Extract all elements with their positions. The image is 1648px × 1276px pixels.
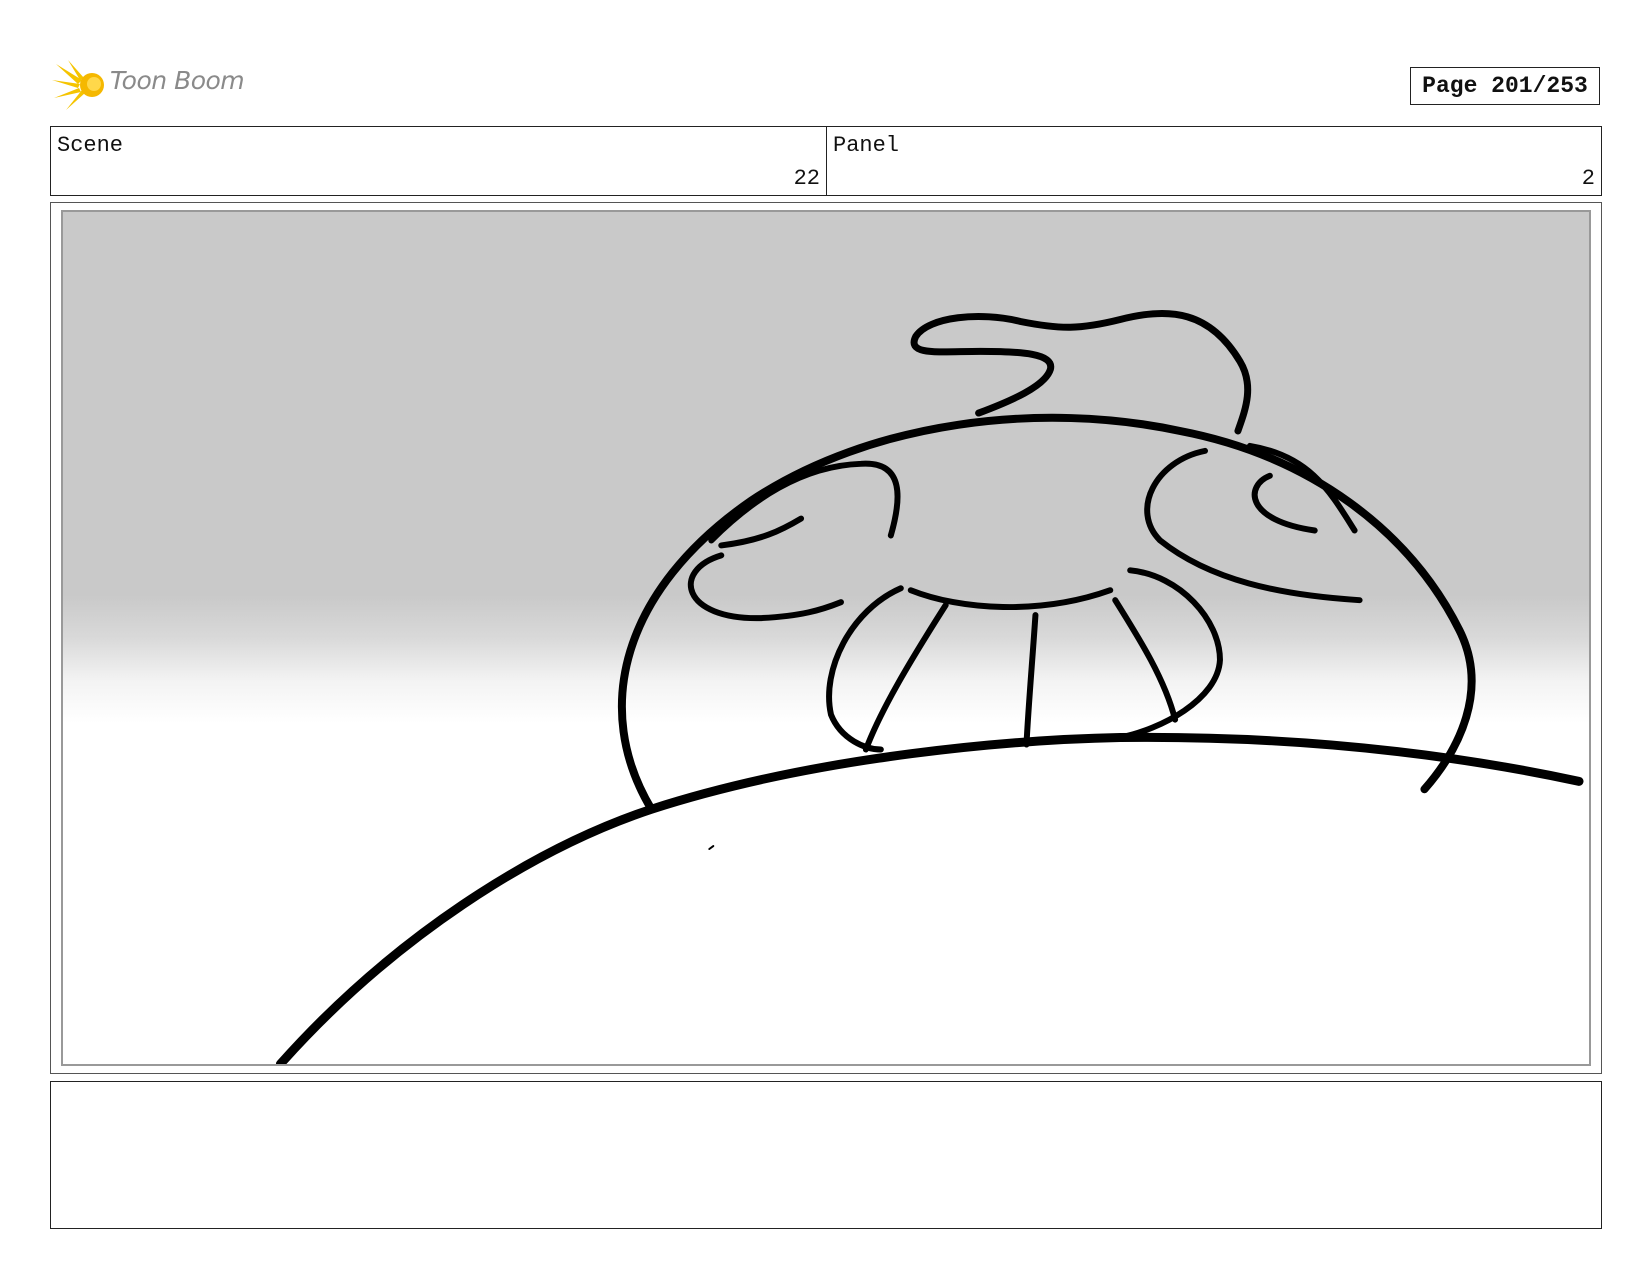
character-sketch [275,309,1584,1064]
panel-notes [50,1081,1602,1229]
page-number: Page 201/253 [1410,67,1600,105]
toon-boom-logo: Toon Boom [52,58,262,112]
panel-label: Panel [833,133,900,158]
panel-number: 2 [1581,166,1595,191]
scene-panel-header: Scene 22 Panel 2 [50,126,1602,196]
storyboard-frame [50,202,1602,1074]
starburst-icon [52,60,104,110]
storyboard-drawing [61,210,1591,1066]
logo-wordmark: Toon Boom [110,66,245,95]
scene-label: Scene [57,133,124,158]
scene-cell: Scene 22 [51,127,827,195]
scene-number: 22 [793,166,820,191]
panel-cell: Panel 2 [827,127,1601,195]
